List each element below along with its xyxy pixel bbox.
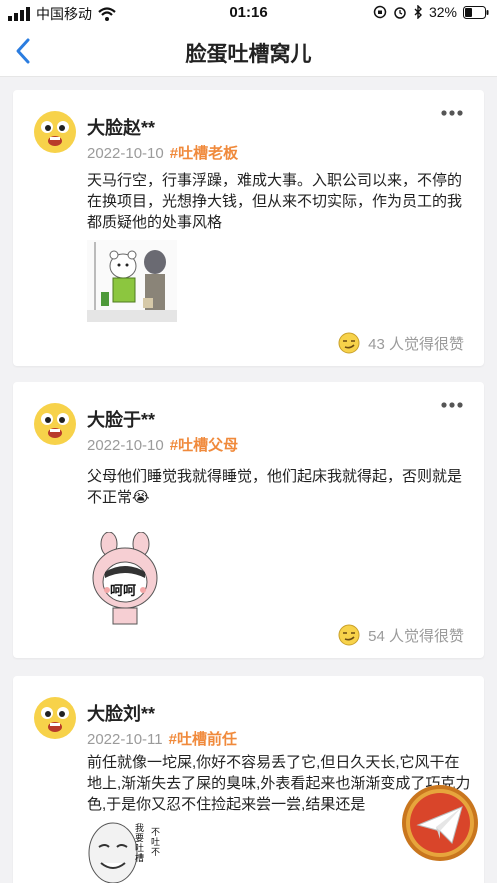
post-meta: 2022-10-11 #吐槽前任 xyxy=(87,728,237,749)
sticker-bear-and-boss-image[interactable] xyxy=(87,240,177,322)
page-title: 脸蛋吐槽窝儿 xyxy=(185,43,312,66)
author-name[interactable]: 大脸于** xyxy=(87,406,155,432)
like-button[interactable]: 54 人觉得很赞 xyxy=(338,624,464,646)
sticker-meme-face-image[interactable]: 我要吐槽 不吐不 xyxy=(87,819,167,883)
post-card: 大脸赵** 2022-10-10 #吐槽老板 天马行空，行事浮躁，难成大事。入职公… xyxy=(13,90,484,366)
post-feed[interactable]: 大脸赵** 2022-10-10 #吐槽老板 天马行空，行事浮躁，难成大事。入职公… xyxy=(0,76,497,883)
avatar-face-icon[interactable] xyxy=(33,402,77,446)
post-date: 2022-10-10 xyxy=(87,437,164,454)
orientation-lock-icon xyxy=(373,5,387,19)
like-count: 43 人觉得很赞 xyxy=(368,335,464,353)
more-options-icon[interactable] xyxy=(440,108,464,118)
post-text: 天马行空，行事浮躁，难成大事。入职公司以来，不停的在换项目，光想挣大钱，但从来不… xyxy=(87,172,463,231)
author-name[interactable]: 大脸刘** xyxy=(87,700,155,726)
post-card: 大脸于** 2022-10-10 #吐槽父母 父母他们睡觉我就得睡觉，他们起床我就… xyxy=(13,382,484,658)
sticker-caption: 我要吐槽 xyxy=(135,823,145,863)
smirk-face-icon xyxy=(338,624,360,646)
sticker-bunny-girl-image[interactable]: 呵呵 xyxy=(87,532,163,628)
battery-icon xyxy=(463,5,489,19)
nav-bar: 脸蛋吐槽窝儿 xyxy=(0,26,497,77)
smirk-face-icon xyxy=(338,332,360,354)
compose-post-button[interactable] xyxy=(400,783,480,863)
topic-tag[interactable]: #吐槽前任 xyxy=(169,731,237,748)
more-options-icon[interactable] xyxy=(440,400,464,410)
alarm-icon xyxy=(394,7,406,19)
like-button[interactable]: 43 人觉得很赞 xyxy=(338,332,464,354)
post-meta: 2022-10-10 #吐槽老板 xyxy=(87,142,238,163)
battery-percent: 32% xyxy=(428,4,457,20)
like-count: 54 人觉得很赞 xyxy=(368,627,464,645)
author-name[interactable]: 大脸赵** xyxy=(87,114,155,140)
sticker-caption: 呵呵 xyxy=(110,583,137,598)
avatar-face-icon[interactable] xyxy=(33,696,77,740)
status-bar: 中国移动 01:16 32% xyxy=(0,0,497,26)
avatar-face-icon[interactable] xyxy=(33,110,77,154)
post-date: 2022-10-11 xyxy=(87,731,163,748)
sticker-caption: 不吐不 xyxy=(151,827,161,857)
paper-plane-icon xyxy=(402,785,478,861)
topic-tag[interactable]: #吐槽老板 xyxy=(170,145,238,162)
post-meta: 2022-10-10 #吐槽父母 xyxy=(87,434,238,455)
topic-tag[interactable]: #吐槽父母 xyxy=(170,437,238,454)
post-date: 2022-10-10 xyxy=(87,145,164,162)
post-text: 父母他们睡觉我就得睡觉，他们起床我就得起，否则就是不正常😭 xyxy=(87,468,463,506)
bluetooth-icon xyxy=(414,5,422,19)
